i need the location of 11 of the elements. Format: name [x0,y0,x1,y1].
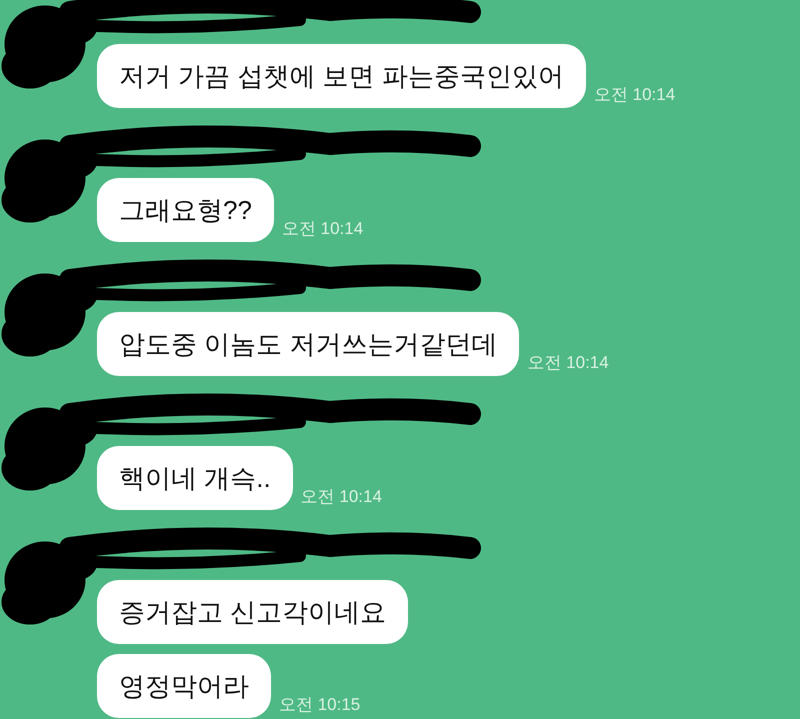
message-time: 오전 10:14 [300,486,382,508]
message-bubble: 영정막어라 [97,654,271,718]
message-bubble: 증거잡고 신고각이네요 [97,580,408,644]
message-time: 오전 10:14 [282,218,364,240]
message-time: 오전 10:14 [527,352,609,374]
message-time: 오전 10:14 [594,84,676,106]
message-bubble: 핵이네 개슥.. [97,446,293,510]
message-time: 오전 10:15 [279,694,360,716]
message-bubble: 압도중 이놈도 저거쓰는거같던데 [97,312,520,376]
message-bubble: 저거 가끔 섭챗에 보면 파는중국인있어 [97,44,586,108]
message-bubble: 그래요형?? [97,178,274,242]
